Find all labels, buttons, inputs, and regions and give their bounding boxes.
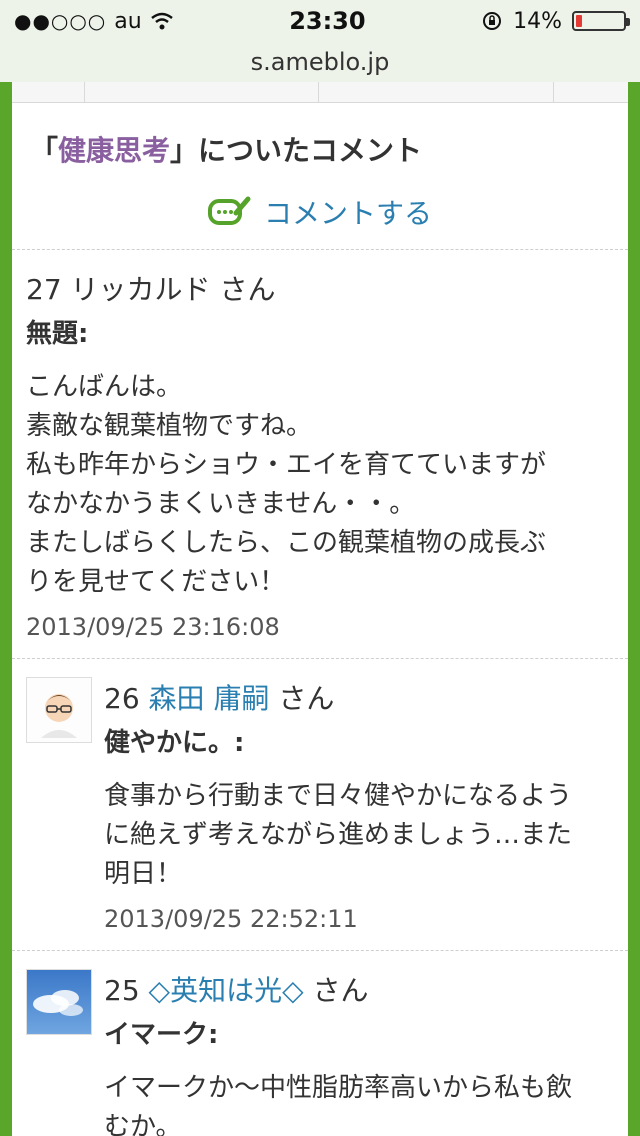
avatar[interactable]: [26, 969, 92, 1035]
add-comment-label: コメントする: [263, 197, 432, 230]
comment-subject: 健やかに。:: [104, 728, 245, 758]
battery-fill: [575, 15, 582, 27]
comment-line: に絶えず考えながら進めましょう…また: [104, 820, 573, 850]
comment-honorific: さん: [312, 974, 369, 1007]
comment-line: むか。: [104, 1112, 182, 1136]
comment-body: イマークか〜中性脂肪率高いから私も飲 むか。: [104, 1069, 612, 1136]
address-bar[interactable]: s.ameblo.jp: [0, 42, 640, 83]
comment-line: 食事から行動まで日々健やかになるよう: [104, 781, 573, 811]
comment-subject: イマーク:: [104, 1020, 219, 1050]
battery-percent: 14%: [513, 8, 562, 34]
tab-2[interactable]: [84, 82, 319, 102]
comment-25: 25 ◇英知は光◇ さん イマーク: イマークか〜中性脂肪率高いから私も飲 むか…: [12, 951, 628, 1136]
comment-line: またしばらくしたら、この観葉植物の成長ぶ: [26, 528, 547, 558]
comment-body: 食事から行動まで日々健やかになるよう に絶えず考えながら進めましょう…また 明日…: [104, 777, 612, 894]
comment-author-link[interactable]: ◇英知は光◇: [149, 974, 304, 1007]
comment-head: 27 リッカルド さん: [26, 268, 612, 312]
title-blog-link[interactable]: 健康思考: [58, 134, 170, 167]
comment-head: 25 ◇英知は光◇ さん: [104, 969, 612, 1013]
status-bar: ●●○○○ au 23:30 14%: [0, 0, 640, 42]
title-open: 「: [30, 134, 59, 167]
comment-honorific: さん: [219, 273, 276, 306]
comment-number: 27: [26, 273, 62, 306]
sky-cloud-icon: [27, 970, 91, 1034]
comment-line: こんばんは。: [26, 372, 183, 402]
comment-line: 素敵な観葉植物ですね。: [26, 411, 313, 441]
comment-line: 私も昨年からショウ・エイを育てていますが: [26, 450, 547, 480]
tab-3[interactable]: [318, 82, 555, 102]
battery-nub: [625, 18, 630, 26]
comment-date: 2013/09/25 23:16:08: [26, 613, 280, 641]
status-left: ●●○○○ au: [14, 9, 174, 34]
comment-line: りを見せてください！: [26, 567, 286, 597]
comment-27: 27 リッカルド さん 無題: こんばんは。 素敵な観葉植物ですね。 私も昨年か…: [12, 250, 628, 642]
comment-info: 25 ◇英知は光◇ さん イマーク: イマークか〜中性脂肪率高いから私も飲 むか…: [104, 969, 612, 1136]
wifi-icon: [150, 12, 173, 30]
rotation-lock-icon: [483, 12, 502, 30]
comment-number: 26: [104, 682, 140, 715]
battery-icon: [571, 11, 630, 31]
status-right: 14%: [481, 8, 630, 34]
user-face-icon: [27, 678, 91, 742]
comment-body: こんばんは。 素敵な観葉植物ですね。 私も昨年からショウ・エイを育てていますが …: [26, 368, 612, 602]
comment-26: 26 森田 庸嗣 さん 健やかに。: 食事から行動まで日々健やかになるよう に絶…: [12, 659, 628, 934]
comment-author: リッカルド: [70, 273, 211, 306]
comment-subject: 無題:: [26, 319, 89, 349]
status-time: 23:30: [289, 7, 366, 35]
top-tabs: [12, 82, 628, 103]
comment-line: 明日！: [104, 859, 183, 889]
title-close: 」についたコメント: [170, 134, 423, 167]
add-comment-button[interactable]: コメントする: [12, 187, 628, 237]
comment-line: なかなかうまくいきません・・。: [26, 489, 416, 519]
comment-icon: [207, 196, 251, 225]
comment-author-link[interactable]: 森田 庸嗣: [149, 682, 270, 715]
comment-honorific: さん: [278, 682, 335, 715]
comment-date: 2013/09/25 22:52:11: [104, 905, 358, 933]
comment-number: 25: [104, 974, 140, 1007]
comment-head: 26 森田 庸嗣 さん: [104, 677, 612, 721]
tab-4[interactable]: [554, 82, 628, 102]
carrier-label: au: [114, 8, 142, 34]
page-title: 「健康思考」についたコメント: [12, 103, 628, 169]
content-panel: 「健康思考」についたコメント コメントする 27 リッカルド さん 無題: こん…: [12, 82, 628, 1136]
avatar[interactable]: [26, 677, 92, 743]
tab-1[interactable]: [12, 82, 85, 102]
comment-line: イマークか〜中性脂肪率高いから私も飲: [104, 1073, 573, 1103]
comment-info: 27 リッカルド さん 無題: こんばんは。 素敵な観葉植物ですね。 私も昨年か…: [26, 268, 612, 642]
signal-icon: ●●○○○: [14, 9, 107, 33]
comment-info: 26 森田 庸嗣 さん 健やかに。: 食事から行動まで日々健やかになるよう に絶…: [104, 677, 612, 934]
page-frame: 「健康思考」についたコメント コメントする 27 リッカルド さん 無題: こん…: [0, 82, 640, 1136]
